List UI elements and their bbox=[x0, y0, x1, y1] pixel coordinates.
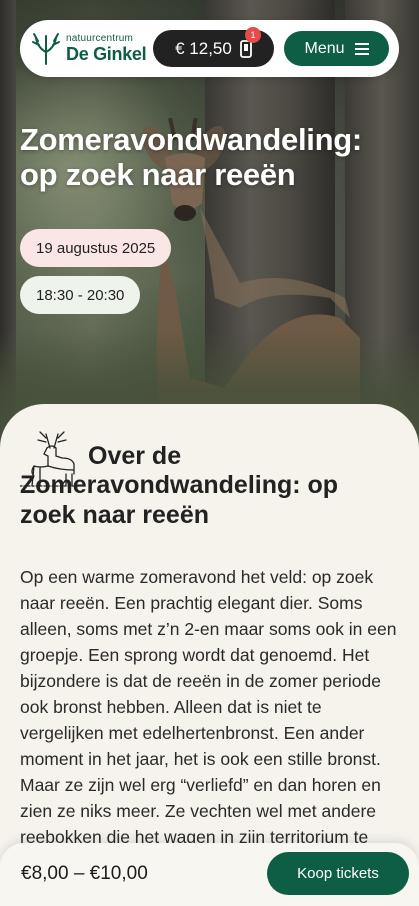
antler-logo-icon bbox=[32, 33, 60, 65]
cart-count-badge: 1 bbox=[245, 27, 261, 43]
logo-line-2: De Ginkel bbox=[66, 43, 147, 64]
menu-label: Menu bbox=[304, 39, 345, 57]
event-details-card: Over de Zomeravondwandeling: op zoek naa… bbox=[0, 404, 419, 906]
hamburger-icon bbox=[354, 42, 369, 55]
reindeer-illustration-icon bbox=[20, 431, 80, 487]
cart-button[interactable]: € 12,50 1 bbox=[153, 27, 274, 67]
cart-amount: € 12,50 bbox=[175, 38, 232, 58]
menu-button[interactable]: Menu bbox=[284, 31, 389, 66]
top-navbar: natuurcentrum De Ginkel € 12,50 1 Menu bbox=[20, 20, 399, 77]
event-title: Zomeravondwandeling: op zoek naar reeën bbox=[20, 122, 362, 193]
buy-tickets-button[interactable]: Koop tickets bbox=[267, 852, 409, 895]
ticket-bar: €8,00 – €10,00 Koop tickets bbox=[0, 843, 419, 906]
price-range: €8,00 – €10,00 bbox=[21, 863, 148, 884]
event-description: Op een warme zomeravond het veld: op zoe… bbox=[20, 567, 397, 873]
event-time-badge: 18:30 - 20:30 bbox=[20, 276, 141, 314]
site-logo[interactable]: natuurcentrum De Ginkel bbox=[30, 30, 147, 66]
logo-line-1: natuurcentrum bbox=[66, 32, 134, 44]
event-date-badge: 19 augustus 2025 bbox=[20, 229, 172, 267]
